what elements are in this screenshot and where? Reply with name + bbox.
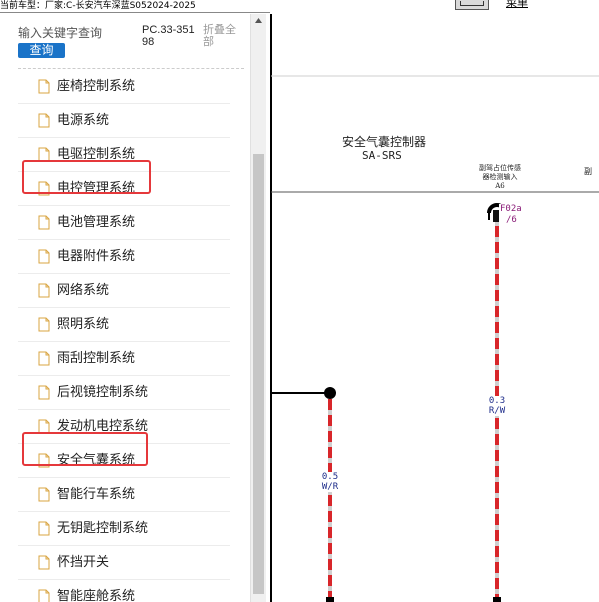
tree-item-label: 电源系统 bbox=[57, 113, 110, 128]
file-icon bbox=[38, 215, 50, 230]
file-icon bbox=[38, 487, 50, 502]
wire-b-label: 0.5 W/R bbox=[318, 472, 342, 492]
file-icon bbox=[38, 181, 50, 196]
file-icon bbox=[38, 317, 50, 332]
search-button[interactable]: 查询 bbox=[18, 43, 65, 58]
collapse-all-button[interactable]: 折叠全部 bbox=[203, 24, 243, 48]
tree-item[interactable]: 电驱控制系统 bbox=[18, 138, 230, 172]
tree-item-label: 电控管理系统 bbox=[57, 181, 136, 196]
file-icon bbox=[38, 113, 50, 128]
tree-item-label: 座椅控制系统 bbox=[57, 79, 136, 94]
wiring-diagram[interactable]: 安全气囊控制器 SA-SRS 副驾占位传感 器检测输入 A6 副 F02a /6… bbox=[266, 14, 599, 602]
tree-item-label: 怀挡开关 bbox=[57, 555, 110, 570]
tree-item-label: 安全气囊系统 bbox=[57, 453, 136, 468]
tree-item[interactable]: 座椅控制系统 bbox=[18, 70, 230, 104]
tree-item-label: 发动机电控系统 bbox=[57, 419, 149, 434]
file-icon bbox=[38, 589, 50, 602]
left-panel: 查询 PC.33-35198 折叠全部 座椅控制系统电源系统电驱控制系统电控管理… bbox=[0, 14, 266, 602]
tree-item-label: 电池管理系统 bbox=[57, 215, 136, 230]
file-icon bbox=[38, 521, 50, 536]
pin-number: A6 bbox=[495, 182, 505, 190]
tree-item[interactable]: 网络系统 bbox=[18, 274, 230, 308]
tree-item-label: 网络系统 bbox=[57, 283, 110, 298]
top-bar: 当前车型：厂家:C-长安汽车深蓝S052024-2025 菜单 bbox=[0, 0, 599, 14]
tree-item-label: 照明系统 bbox=[57, 317, 110, 332]
window-icon bbox=[460, 1, 484, 6]
file-icon bbox=[38, 79, 50, 94]
left-panel-scrollbar[interactable] bbox=[250, 14, 266, 602]
file-icon bbox=[38, 453, 50, 468]
wire-b-color: W/R bbox=[321, 482, 339, 492]
tree-item[interactable]: 怀挡开关 bbox=[18, 546, 230, 580]
tree-item[interactable]: 无钥匙控制系统 bbox=[18, 512, 230, 546]
module-code: SA-SRS bbox=[362, 149, 402, 162]
wire-b-splice-node bbox=[324, 387, 336, 399]
tree-item[interactable]: 电池管理系统 bbox=[18, 206, 230, 240]
tree-item[interactable]: 智能行车系统 bbox=[18, 478, 230, 512]
document-code: PC.33-35198 bbox=[142, 24, 195, 48]
scrollbar-thumb[interactable] bbox=[253, 154, 264, 594]
tree-item-label: 后视镜控制系统 bbox=[57, 385, 149, 400]
tree-item-label: 无钥匙控制系统 bbox=[57, 521, 149, 536]
connector-label: F02a /6 bbox=[499, 204, 523, 226]
file-icon bbox=[38, 249, 50, 264]
top-bar-divider bbox=[0, 12, 270, 13]
tree-item[interactable]: 智能座舱系统 bbox=[18, 580, 230, 602]
wire-b-gauge: 0.5 bbox=[321, 472, 339, 482]
tree-item-label: 雨刮控制系统 bbox=[57, 351, 136, 366]
tree-item[interactable]: 电控管理系统 bbox=[18, 172, 230, 206]
pin-description-line-2: 器检测输入 bbox=[482, 173, 518, 181]
pin-description-line-1: 副驾占位传感 bbox=[479, 164, 521, 172]
module-title: 安全气囊控制器 bbox=[342, 135, 427, 149]
tree-item[interactable]: 发动机电控系统 bbox=[18, 410, 230, 444]
current-vehicle-label: 当前车型：厂家:C-长安汽车深蓝S052024-2025 bbox=[0, 1, 196, 11]
tree-item[interactable]: 后视镜控制系统 bbox=[18, 376, 230, 410]
wire-a-color: R/W bbox=[488, 406, 506, 416]
file-icon bbox=[38, 283, 50, 298]
tree-item[interactable]: 电器附件系统 bbox=[18, 240, 230, 274]
wire-b-terminal bbox=[326, 597, 334, 602]
file-icon bbox=[38, 385, 50, 400]
tree-item-label: 电器附件系统 bbox=[57, 249, 136, 264]
window-button[interactable] bbox=[455, 0, 489, 10]
wiring-diagram-canvas bbox=[270, 14, 599, 602]
tree-item[interactable]: 电源系统 bbox=[18, 104, 230, 138]
tree-item-label: 智能行车系统 bbox=[57, 487, 136, 502]
tree-item[interactable]: 雨刮控制系统 bbox=[18, 342, 230, 376]
connector-label-line-2: /6 bbox=[506, 215, 517, 225]
file-icon bbox=[38, 555, 50, 570]
wire-a-bottom-terminal bbox=[493, 597, 501, 602]
scroll-up-arrow-icon[interactable] bbox=[251, 14, 266, 28]
pin-description: 副驾占位传感 器检测输入 A6 bbox=[472, 164, 528, 191]
menu-link[interactable]: 菜单 bbox=[506, 0, 528, 9]
file-icon bbox=[38, 419, 50, 434]
pin-description-cut: 副 bbox=[584, 167, 592, 176]
file-icon bbox=[38, 147, 50, 162]
search-input[interactable] bbox=[18, 24, 104, 42]
search-divider bbox=[18, 68, 244, 69]
connector-label-line-1: F02a bbox=[500, 204, 522, 214]
tree-item[interactable]: 照明系统 bbox=[18, 308, 230, 342]
tree-item[interactable]: 安全气囊系统 bbox=[18, 444, 230, 478]
wire-a-label: 0.3 R/W bbox=[485, 396, 509, 416]
file-icon bbox=[38, 351, 50, 366]
app-window: 当前车型：厂家:C-长安汽车深蓝S052024-2025 菜单 查询 PC.33… bbox=[0, 0, 599, 602]
tree-item-label: 智能座舱系统 bbox=[57, 589, 136, 602]
tree-item-label: 电驱控制系统 bbox=[57, 147, 136, 162]
wire-a-gauge: 0.3 bbox=[488, 396, 506, 406]
system-tree: 座椅控制系统 电源系统电驱控制系统 电控管理系统 电池管理系统 电器附件系统 网络系统照明… bbox=[18, 70, 230, 602]
